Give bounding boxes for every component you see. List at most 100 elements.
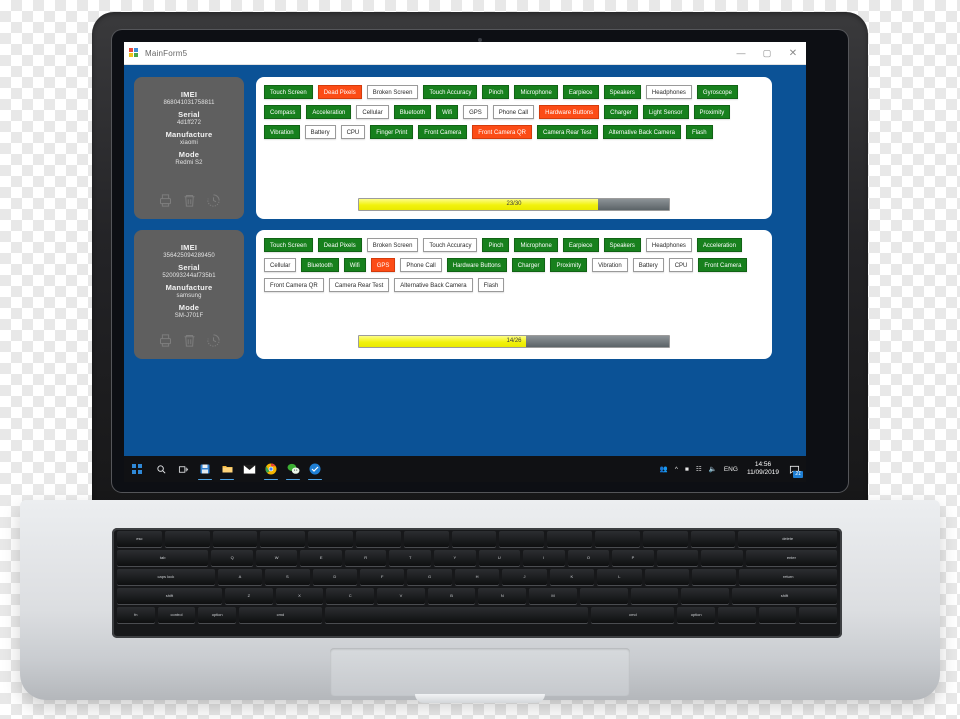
start-button[interactable]: [124, 456, 150, 482]
keyboard-row: shift Z X C V B N Mshift: [112, 588, 842, 604]
test-button[interactable]: Front Camera: [698, 258, 748, 272]
test-button[interactable]: Finger Print: [370, 125, 414, 139]
imei-label: IMEI: [180, 90, 198, 99]
mail-icon[interactable]: [238, 456, 260, 482]
window-title-bar: MainForm5 — ▢ ✕: [124, 42, 806, 65]
test-button[interactable]: Alternative Back Camera: [602, 125, 681, 139]
test-button[interactable]: Gyroscope: [696, 85, 738, 99]
chrome-icon[interactable]: [260, 456, 282, 482]
wechat-icon[interactable]: [282, 456, 304, 482]
test-button[interactable]: Cellular: [356, 105, 389, 119]
test-button[interactable]: Phone Call: [492, 105, 535, 119]
print-icon[interactable]: [158, 193, 173, 208]
test-button[interactable]: Front Camera QR: [264, 278, 324, 292]
manufacture-value: samsung: [176, 293, 202, 299]
test-button[interactable]: Charger: [511, 258, 546, 272]
notification-center-icon[interactable]: 21: [786, 460, 803, 478]
test-buttons-grid: Touch Screen Dead Pixels Broken Screen Touc…: [264, 238, 764, 298]
device-action-icons: [158, 193, 221, 208]
tray-battery-icon[interactable]: ■: [685, 466, 689, 473]
test-button[interactable]: Earpiece: [562, 85, 599, 99]
history-icon[interactable]: [206, 193, 221, 208]
progress-bar: 23/30: [358, 198, 670, 211]
notification-badge: 21: [793, 471, 803, 478]
test-button[interactable]: Touch Accuracy: [423, 238, 478, 252]
test-button[interactable]: Touch Screen: [264, 85, 313, 99]
task-view-icon[interactable]: [172, 456, 194, 482]
test-button[interactable]: Wifi: [436, 105, 459, 119]
test-button[interactable]: Charger: [604, 105, 638, 119]
test-button[interactable]: Speakers: [603, 238, 641, 252]
test-button[interactable]: Pinch: [482, 85, 510, 99]
test-button[interactable]: Acceleration: [696, 238, 742, 252]
test-button[interactable]: Compass: [264, 105, 302, 119]
test-button[interactable]: Front Camera: [418, 125, 468, 139]
test-button[interactable]: Hardware Buttons: [446, 258, 507, 272]
maximize-button[interactable]: ▢: [754, 42, 780, 64]
test-button[interactable]: Camera Rear Test: [328, 278, 390, 292]
progress-text: 23/30: [506, 201, 522, 207]
file-explorer-icon[interactable]: [216, 456, 238, 482]
test-button[interactable]: Broken Screen: [366, 85, 419, 99]
test-button[interactable]: Speakers: [603, 85, 641, 99]
test-button[interactable]: Dead Pixels: [317, 238, 362, 252]
test-button[interactable]: Microphone: [514, 238, 558, 252]
save-app-icon[interactable]: [194, 456, 216, 482]
laptop-trackpad: [330, 648, 630, 696]
test-button[interactable]: Light Sensor: [642, 105, 689, 119]
device-card: IMEI 356425094289450 Serial 520093244af7…: [134, 230, 772, 359]
app-blue-icon[interactable]: [304, 456, 326, 482]
manufacture-label: Manufacture: [165, 283, 213, 292]
test-button[interactable]: Front Camera QR: [472, 125, 532, 139]
test-button[interactable]: GPS: [463, 105, 488, 119]
test-button[interactable]: Proximity: [693, 105, 731, 119]
test-button[interactable]: Battery: [632, 258, 664, 272]
test-button[interactable]: Acceleration: [306, 105, 352, 119]
test-button[interactable]: Battery: [304, 125, 336, 139]
test-button[interactable]: Wifi: [343, 258, 366, 272]
search-icon[interactable]: [150, 456, 172, 482]
mode-value: SM-J701F: [174, 313, 204, 319]
test-button[interactable]: Touch Screen: [264, 238, 313, 252]
manufacture-label: Manufacture: [165, 130, 213, 139]
delete-icon[interactable]: [182, 333, 197, 348]
device-info-panel: IMEI 868041031758811 Serial 4d1ff272 Man…: [134, 77, 244, 219]
test-button[interactable]: Flash: [685, 125, 713, 139]
delete-icon[interactable]: [182, 193, 197, 208]
test-button[interactable]: Hardware Buttons: [539, 105, 600, 119]
test-button[interactable]: CPU: [668, 258, 694, 272]
tray-people-icon[interactable]: 👥: [660, 465, 668, 473]
test-button[interactable]: Alternative Back Camera: [394, 278, 473, 292]
test-button[interactable]: Dead Pixels: [317, 85, 362, 99]
test-button[interactable]: GPS: [370, 258, 396, 272]
tray-language[interactable]: ENG: [724, 466, 738, 473]
test-button[interactable]: Vibration: [264, 125, 300, 139]
test-button[interactable]: Flash: [477, 278, 505, 292]
clock[interactable]: 14:56 11/09/2019: [747, 461, 779, 477]
test-button[interactable]: Bluetooth: [301, 258, 339, 272]
test-button[interactable]: Cellular: [264, 258, 297, 272]
test-button[interactable]: Headphones: [645, 85, 692, 99]
test-button[interactable]: Vibration: [592, 258, 628, 272]
test-button[interactable]: Microphone: [514, 85, 558, 99]
tray-network-icon[interactable]: ☷: [696, 465, 702, 473]
test-button[interactable]: CPU: [340, 125, 366, 139]
imei-label: IMEI: [180, 243, 198, 252]
test-button[interactable]: Bluetooth: [393, 105, 432, 119]
laptop-screen: MainForm5 — ▢ ✕ IMEI 868041031758811 Ser…: [124, 42, 806, 482]
print-icon[interactable]: [158, 333, 173, 348]
minimize-button[interactable]: —: [728, 42, 754, 64]
tests-panel: Touch Screen Dead Pixels Broken Screen Touc…: [256, 77, 772, 219]
test-button[interactable]: Broken Screen: [366, 238, 419, 252]
test-button[interactable]: Proximity: [550, 258, 588, 272]
close-button[interactable]: ✕: [780, 42, 806, 64]
test-button[interactable]: Headphones: [645, 238, 692, 252]
test-button[interactable]: Phone Call: [400, 258, 442, 272]
test-button[interactable]: Earpiece: [562, 238, 599, 252]
test-button[interactable]: Camera Rear Test: [536, 125, 598, 139]
tray-volume-muted-icon[interactable]: 🔈: [709, 465, 717, 473]
test-button[interactable]: Touch Accuracy: [423, 85, 478, 99]
tray-chevron-up-icon[interactable]: ^: [675, 466, 678, 473]
test-button[interactable]: Pinch: [482, 238, 510, 252]
history-icon[interactable]: [206, 333, 221, 348]
